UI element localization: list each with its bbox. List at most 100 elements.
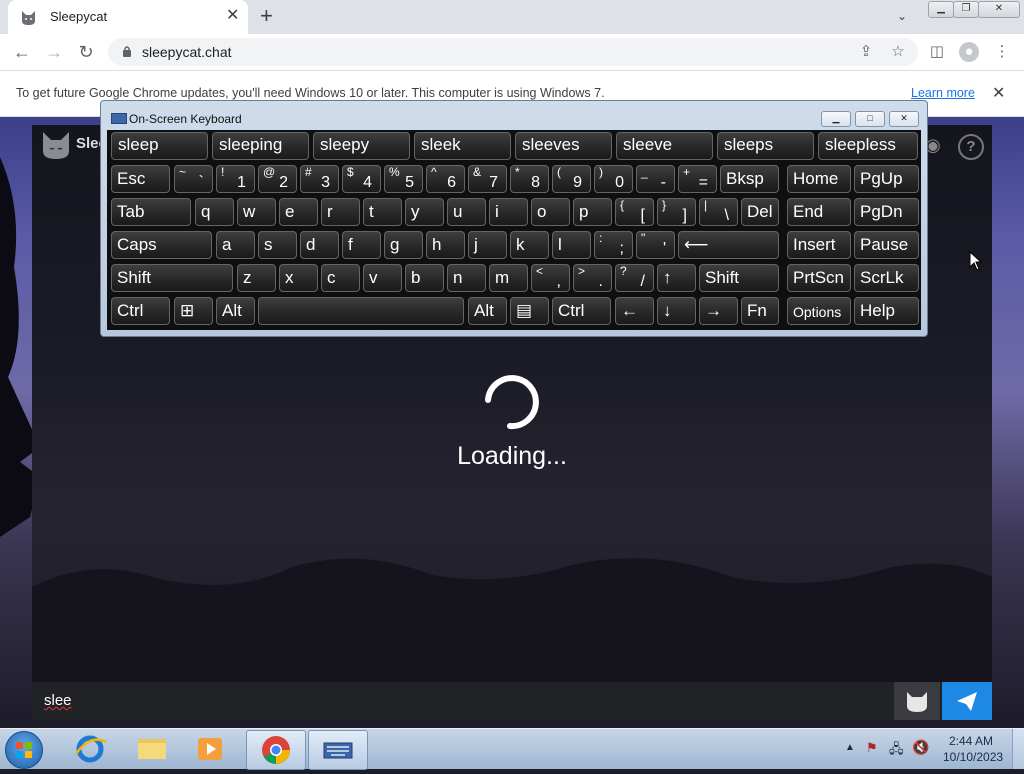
num-key-4[interactable]: $4 xyxy=(342,165,381,193)
delete-key[interactable]: Del xyxy=(741,198,779,226)
letter-key-h[interactable]: h xyxy=(426,231,465,259)
letter-key-m[interactable]: m xyxy=(489,264,528,292)
letter-key-b[interactable]: b xyxy=(405,264,444,292)
down-arrow-key[interactable]: ↓ xyxy=(657,297,696,325)
prediction-key-3[interactable]: sleek xyxy=(414,132,511,160)
action-center-flag-icon[interactable]: ⚑ xyxy=(866,740,878,756)
num-key-9[interactable]: (9 xyxy=(552,165,591,193)
prediction-key-2[interactable]: sleepy xyxy=(313,132,410,160)
bookmark-star-icon[interactable]: ☆ xyxy=(888,42,908,62)
learn-more-link[interactable]: Learn more xyxy=(911,86,975,100)
num-key-0[interactable]: ~ ` xyxy=(174,165,213,193)
sym-key-q-2[interactable]: | \ xyxy=(699,198,738,226)
prediction-key-7[interactable]: sleepless xyxy=(818,132,918,160)
volume-muted-icon[interactable]: 🔇 xyxy=(912,739,929,756)
tab-key[interactable]: Tab xyxy=(111,198,191,226)
clock-date[interactable]: 10/10/2023 xyxy=(943,750,1003,764)
letter-key-p[interactable]: p xyxy=(573,198,612,226)
prediction-key-0[interactable]: sleep xyxy=(111,132,208,160)
back-arrow-icon[interactable]: ← xyxy=(10,40,34,64)
send-button[interactable] xyxy=(942,682,992,720)
pause-key[interactable]: Pause xyxy=(854,231,919,259)
caps-lock-key[interactable]: Caps xyxy=(111,231,212,259)
infobar-close-icon[interactable]: ✕ xyxy=(992,83,1005,103)
letter-key-t[interactable]: t xyxy=(363,198,402,226)
pgup-key[interactable]: PgUp xyxy=(854,165,919,193)
new-tab-button[interactable]: + xyxy=(260,5,273,27)
osk-maximize-button[interactable]: □ xyxy=(855,111,885,127)
network-icon[interactable]: 🖧 xyxy=(889,740,904,762)
right-ctrl-key[interactable]: Ctrl xyxy=(552,297,611,325)
address-bar[interactable]: sleepycat.chat ⇪ ☆ xyxy=(108,38,918,66)
letter-key-k[interactable]: k xyxy=(510,231,549,259)
num-key-10[interactable]: ) 0 xyxy=(594,165,633,193)
num-key-6[interactable]: ^ 6 xyxy=(426,165,465,193)
left-shift-key[interactable]: Shift xyxy=(111,264,233,292)
show-desktop-button[interactable] xyxy=(1012,729,1024,769)
window-close-button[interactable]: ✕ xyxy=(978,1,1020,18)
sym-key-a-0[interactable]: :; xyxy=(594,231,633,259)
file-explorer-taskbar-icon[interactable] xyxy=(130,732,174,766)
letter-key-v[interactable]: v xyxy=(363,264,402,292)
letter-key-l[interactable]: l xyxy=(552,231,591,259)
letter-key-z[interactable]: z xyxy=(237,264,276,292)
help-icon[interactable]: ? xyxy=(958,134,984,160)
letter-key-f[interactable]: f xyxy=(342,231,381,259)
windows-key[interactable]: ⊞ xyxy=(174,297,213,325)
num-key-2[interactable]: @2 xyxy=(258,165,297,193)
space-key[interactable] xyxy=(258,297,464,325)
sym-key-q-0[interactable]: {[ xyxy=(615,198,654,226)
internet-explorer-taskbar-icon[interactable] xyxy=(68,732,112,766)
tab-search-chevron-icon[interactable]: ⌄ xyxy=(897,9,907,23)
backspace-key[interactable]: Bksp xyxy=(720,165,779,193)
num-key-11[interactable]: _ - xyxy=(636,165,675,193)
letter-key-e[interactable]: e xyxy=(279,198,318,226)
left-arrow-key[interactable]: ← xyxy=(615,297,654,325)
forward-arrow-icon[interactable]: → xyxy=(42,40,66,64)
prediction-key-1[interactable]: sleeping xyxy=(212,132,309,160)
letter-key-o[interactable]: o xyxy=(531,198,570,226)
right-shift-key[interactable]: Shift xyxy=(699,264,779,292)
letter-key-i[interactable]: i xyxy=(489,198,528,226)
sym-key-q-1[interactable]: }] xyxy=(657,198,696,226)
right-arrow-key[interactable]: → xyxy=(699,297,738,325)
end-key[interactable]: End xyxy=(787,198,851,226)
window-restore-button[interactable]: ❐ xyxy=(953,1,979,18)
browser-tab[interactable]: Sleepycat ✕ xyxy=(8,0,248,34)
right-alt-key[interactable]: Alt xyxy=(468,297,507,325)
num-key-8[interactable]: * 8 xyxy=(510,165,549,193)
share-icon[interactable]: ⇪ xyxy=(856,42,876,62)
start-button[interactable] xyxy=(5,731,43,769)
show-hidden-icons-arrow[interactable]: ▲ xyxy=(845,742,855,753)
num-key-5[interactable]: % 5 xyxy=(384,165,423,193)
esc-key[interactable]: Esc xyxy=(111,165,170,193)
options-key[interactable]: Options xyxy=(787,297,851,325)
tab-close-icon[interactable]: ✕ xyxy=(226,8,239,24)
sym-key-z-1[interactable]: >. xyxy=(573,264,612,292)
message-input[interactable]: slee xyxy=(44,692,72,709)
num-key-3[interactable]: #3 xyxy=(300,165,339,193)
num-key-1[interactable]: ! 1 xyxy=(216,165,255,193)
reload-icon[interactable]: ↻ xyxy=(74,40,98,64)
letter-key-r[interactable]: r xyxy=(321,198,360,226)
letter-key-d[interactable]: d xyxy=(300,231,339,259)
letter-key-s[interactable]: s xyxy=(258,231,297,259)
prediction-key-5[interactable]: sleeve xyxy=(616,132,713,160)
profile-avatar-icon[interactable]: ● xyxy=(959,42,979,62)
letter-key-y[interactable]: y xyxy=(405,198,444,226)
insert-key[interactable]: Insert xyxy=(787,231,851,259)
chrome-menu-icon[interactable]: ⋮ xyxy=(992,42,1012,62)
media-player-taskbar-icon[interactable] xyxy=(188,732,232,766)
help-key[interactable]: Help xyxy=(854,297,919,325)
clock-time[interactable]: 2:44 AM xyxy=(949,734,993,748)
letter-key-n[interactable]: n xyxy=(447,264,486,292)
prtscn-key[interactable]: PrtScn xyxy=(787,264,851,292)
letter-key-x[interactable]: x xyxy=(279,264,318,292)
letter-key-w[interactable]: w xyxy=(237,198,276,226)
sym-key-z-2[interactable]: ? / xyxy=(615,264,654,292)
home-key[interactable]: Home xyxy=(787,165,851,193)
letter-key-c[interactable]: c xyxy=(321,264,360,292)
fn-key[interactable]: Fn xyxy=(741,297,779,325)
letter-key-a[interactable]: a xyxy=(216,231,255,259)
sym-key-a-1[interactable]: " ' xyxy=(636,231,675,259)
